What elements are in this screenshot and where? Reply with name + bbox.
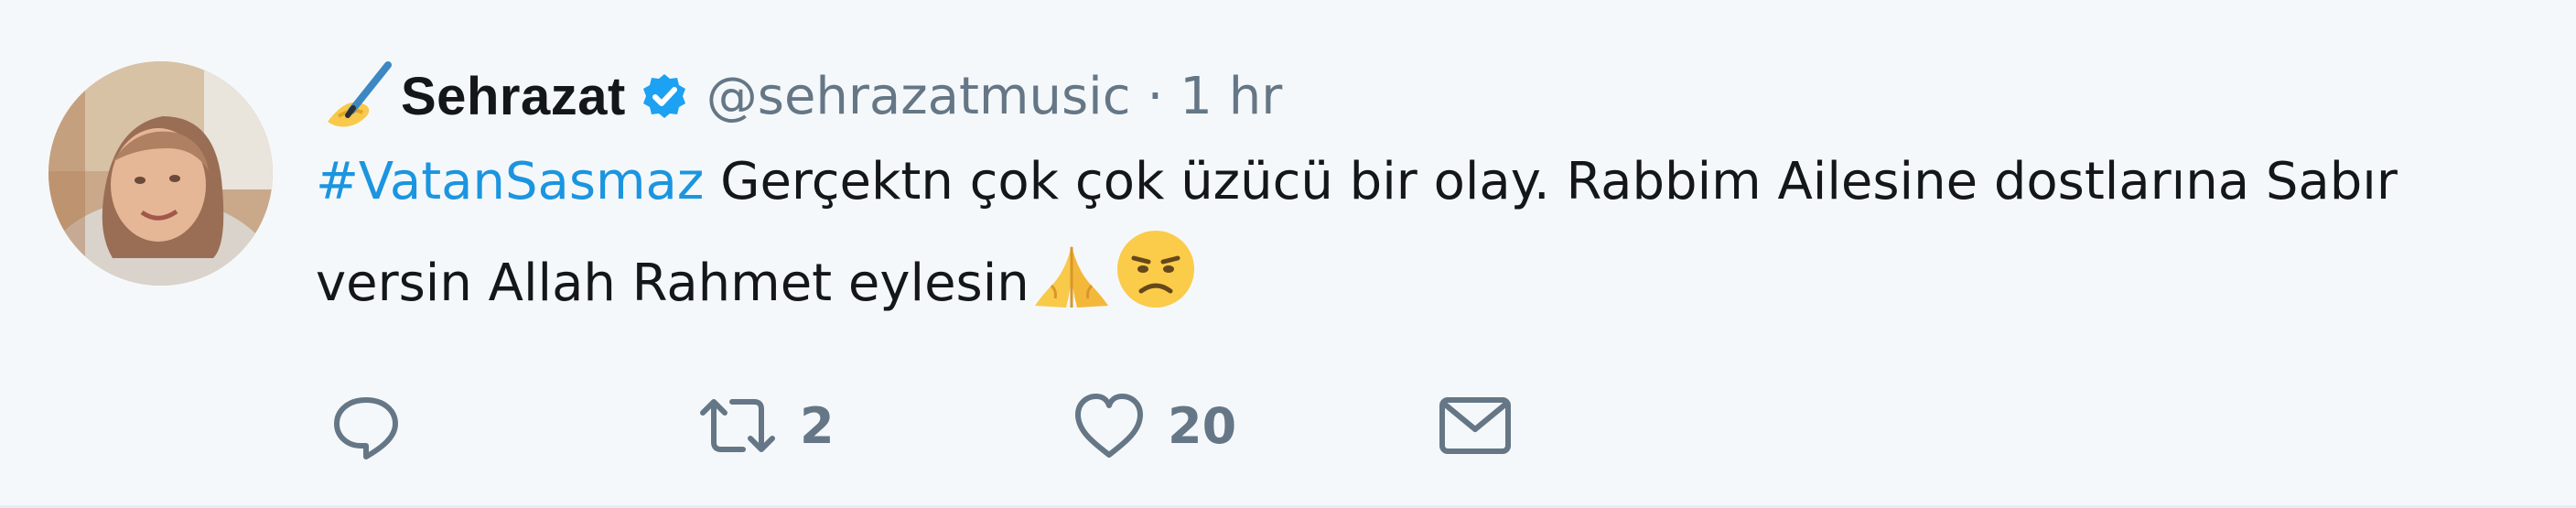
reply-icon xyxy=(329,389,403,462)
envelope-icon xyxy=(1437,393,1514,459)
direct-message-button[interactable] xyxy=(1437,384,1514,467)
retweet-count: 2 xyxy=(800,396,835,455)
hashtag-link[interactable]: #VatanSasmaz xyxy=(316,152,704,211)
tweet-timestamp[interactable]: 1 hr xyxy=(1180,67,1282,126)
tweet-card[interactable]: Sehrazat @sehrazatmusic · 1 hr #VatanSas… xyxy=(0,0,2576,508)
verified-badge-icon xyxy=(641,72,688,120)
author-handle[interactable]: @sehrazatmusic xyxy=(706,67,1131,126)
tweet-text: #VatanSasmaz Gerçektn çok çok üzücü bir … xyxy=(316,137,2530,340)
retweet-icon xyxy=(695,389,780,462)
reply-button[interactable] xyxy=(329,384,403,467)
folded-hands-emoji xyxy=(1029,242,1114,340)
separator-dot: · xyxy=(1147,66,1164,126)
heart-icon xyxy=(1071,389,1148,462)
retweet-button[interactable]: 2 xyxy=(695,384,835,467)
avatar[interactable] xyxy=(49,61,273,286)
writing-hand-emoji xyxy=(320,58,397,135)
like-count: 20 xyxy=(1168,396,1237,455)
tweet-actions: 2 20 xyxy=(329,384,1611,467)
author-name[interactable]: Sehrazat xyxy=(401,66,626,127)
disappointed-face-emoji xyxy=(1114,227,1198,340)
tweet-header: Sehrazat @sehrazatmusic · 1 hr xyxy=(320,46,1282,146)
like-button[interactable]: 20 xyxy=(1071,384,1236,467)
